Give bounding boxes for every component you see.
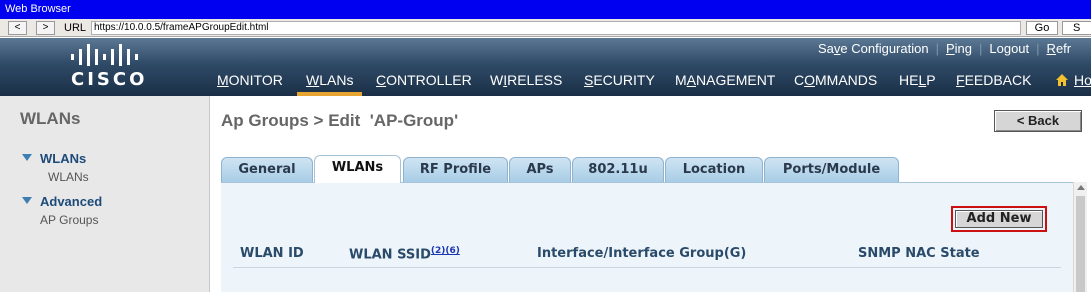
url-label: URL xyxy=(64,22,87,34)
main-content: Ap Groups > Edit 'AP-Group' < Back Gener… xyxy=(211,96,1091,292)
menu-home[interactable]: Ho xyxy=(1056,71,1091,96)
vertical-scrollbar[interactable] xyxy=(1073,182,1087,292)
add-new-highlight: Add New xyxy=(951,206,1047,232)
column-header-wlan-ssid: WLAN SSID(2)(6) xyxy=(349,246,460,263)
ping-link[interactable]: Ping xyxy=(946,41,972,56)
page-title: Ap Groups > Edit 'AP-Group' xyxy=(221,111,459,130)
logout-link[interactable]: Logout xyxy=(989,41,1029,56)
refresh-link[interactable]: Refr xyxy=(1047,41,1072,56)
wlans-tab-panel: Add New WLAN ID WLAN SSID(2)(6) Interfac… xyxy=(221,182,1079,292)
back-button[interactable]: < Back xyxy=(994,110,1082,132)
url-input[interactable]: https://10.0.0.5/frameAPGroupEdit.html xyxy=(91,21,1021,35)
expand-triangle-icon xyxy=(22,197,32,204)
column-header-interface: Interface/Interface Group(G) xyxy=(537,246,747,261)
scroll-up-arrow-icon[interactable] xyxy=(1077,185,1085,190)
menu-commands[interactable]: COMMANDS xyxy=(794,71,877,96)
cisco-bars-icon xyxy=(71,44,138,66)
sidebar-item-ap-groups[interactable]: AP Groups xyxy=(40,213,98,227)
browser-title: Web Browser xyxy=(5,3,71,15)
menu-feedback[interactable]: FEEDBACK xyxy=(956,71,1031,96)
scroll-thumb[interactable] xyxy=(1076,196,1085,292)
menu-monitor[interactable]: MONITOR xyxy=(217,71,283,96)
top-links: Save Configuration | Ping | Logout | Refr xyxy=(818,41,1072,56)
tab-80211u[interactable]: 802.11u xyxy=(572,157,664,182)
browser-url-bar: < > URL https://10.0.0.5/frameAPGroupEdi… xyxy=(0,19,1091,37)
browser-title-bar: Web Browser xyxy=(0,0,1091,19)
sidebar: WLANs WLANs WLANs Advanced AP Groups xyxy=(0,96,210,292)
ssid-footnote-link[interactable]: (2)(6) xyxy=(431,246,460,256)
tab-wlans[interactable]: WLANs xyxy=(314,155,401,183)
browser-extra-button[interactable]: S xyxy=(1062,21,1091,35)
tab-aps[interactable]: APs xyxy=(509,157,571,182)
column-header-snmp-nac-state: SNMP NAC State xyxy=(858,246,980,261)
sidebar-item-wlans[interactable]: WLANs xyxy=(48,170,89,184)
save-configuration-link[interactable]: Save Configuration xyxy=(818,41,929,56)
app-header: CISCO Save Configuration | Ping | Logout | Ref… xyxy=(0,38,1091,96)
browser-forward-button[interactable]: > xyxy=(36,21,55,35)
menu-wireless[interactable]: WIRELESS xyxy=(490,71,562,96)
menu-management[interactable]: MANAGEMENT xyxy=(675,71,775,96)
header-divider xyxy=(233,267,1061,268)
tab-general[interactable]: General xyxy=(221,157,313,182)
sidebar-group-wlans[interactable]: WLANs xyxy=(22,151,86,166)
menu-wlans[interactable]: WLANs xyxy=(296,71,363,96)
browser-back-button[interactable]: < xyxy=(8,21,27,35)
expand-triangle-icon xyxy=(22,154,32,161)
sidebar-title: WLANs xyxy=(20,109,81,128)
add-new-button[interactable]: Add New xyxy=(955,210,1043,228)
menu-help[interactable]: HELP xyxy=(899,71,936,96)
tab-rf-profile[interactable]: RF Profile xyxy=(403,157,508,182)
main-menu: MONITOR WLANs CONTROLLER WIRELESS SECURI… xyxy=(0,71,1091,96)
home-icon xyxy=(1056,74,1068,86)
tab-ports-module[interactable]: Ports/Module xyxy=(764,157,899,182)
menu-security[interactable]: SECURITY xyxy=(584,71,655,96)
tab-location[interactable]: Location xyxy=(665,157,763,182)
column-header-wlan-id: WLAN ID xyxy=(240,246,304,261)
go-button[interactable]: Go xyxy=(1026,21,1058,35)
sidebar-group-advanced[interactable]: Advanced xyxy=(22,194,102,209)
menu-controller[interactable]: CONTROLLER xyxy=(376,71,472,96)
